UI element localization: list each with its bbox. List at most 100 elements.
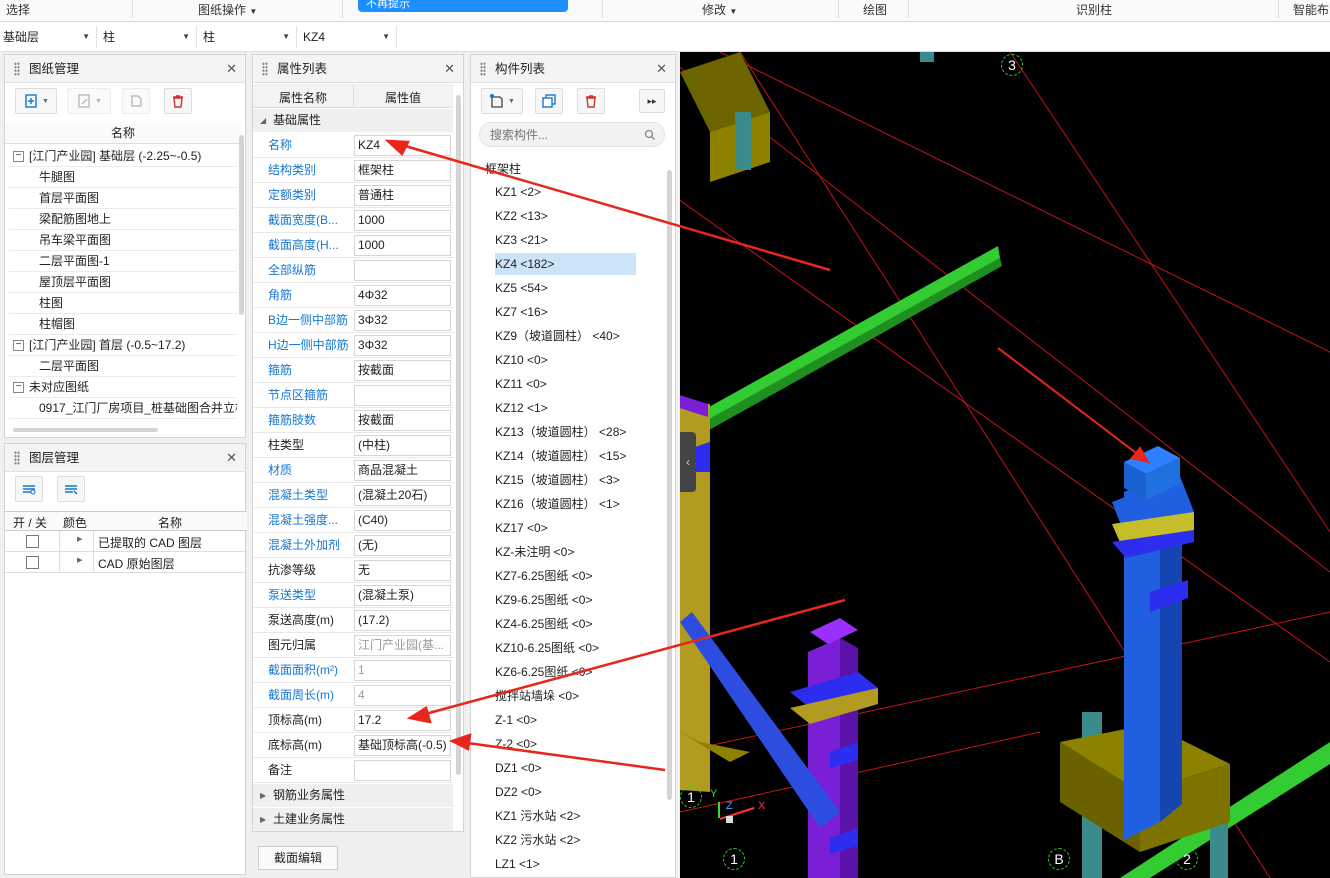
component-item[interactable]: KZ6-6.25图纸 <0> xyxy=(495,661,592,683)
scrollbar-vertical[interactable] xyxy=(239,135,244,315)
search-icon[interactable] xyxy=(644,129,656,141)
property-value-field[interactable]: 按截面 xyxy=(354,360,451,381)
tree-item[interactable]: 0917_江门厂房项目_桩基础图合并立柱 xyxy=(9,398,237,419)
tree-item[interactable]: 二层平面图-1 xyxy=(9,251,237,272)
close-icon[interactable]: ✕ xyxy=(226,55,237,83)
tree-group[interactable]: − [江门产业园] 首层 (-0.5~17.2) xyxy=(9,335,237,356)
property-value-field[interactable]: KZ4 xyxy=(354,135,451,156)
property-value-field[interactable] xyxy=(354,760,451,781)
component-item[interactable]: KZ5 <54> xyxy=(495,277,548,299)
delete-component-button[interactable] xyxy=(577,88,605,114)
component-item[interactable]: KZ9-6.25图纸 <0> xyxy=(495,589,592,611)
collapse-icon[interactable]: − xyxy=(13,340,24,351)
layer-toggle-checkbox[interactable] xyxy=(26,556,39,569)
group-rebar[interactable]: ▶ 钢筋业务属性 xyxy=(253,784,453,807)
property-value-field[interactable]: 1000 xyxy=(354,210,451,231)
delete-drawing-button[interactable] xyxy=(164,88,192,114)
property-value-field[interactable]: (混凝土20石) xyxy=(354,485,451,506)
component-select[interactable]: KZ4 ▼ xyxy=(300,26,397,48)
property-value-field[interactable]: 3Φ32 xyxy=(354,335,451,356)
layer-show-button[interactable] xyxy=(15,476,43,502)
refresh-drawing-button[interactable] xyxy=(122,88,150,114)
more-button[interactable]: ▸▸ xyxy=(639,89,665,113)
scrollbar-vertical[interactable] xyxy=(667,170,672,800)
tree-group[interactable]: − [江门产业园] 基础层 (-2.25~-0.5) xyxy=(9,146,237,167)
tree-item[interactable]: 屋顶层平面图 xyxy=(9,272,237,293)
property-value-field[interactable]: 4 xyxy=(354,685,451,706)
component-item[interactable]: Z-1 <0> xyxy=(495,709,537,731)
property-value-field[interactable]: 1 xyxy=(354,660,451,681)
component-item[interactable]: KZ17 <0> xyxy=(495,517,548,539)
component-item[interactable]: KZ4-6.25图纸 <0> xyxy=(495,613,592,635)
select-menu[interactable]: 选择 xyxy=(6,1,30,18)
collapse-icon[interactable]: − xyxy=(13,151,24,162)
property-value-field[interactable]: (C40) xyxy=(354,510,451,531)
search-input[interactable] xyxy=(490,126,640,143)
layer-filter-button[interactable] xyxy=(57,476,85,502)
component-item[interactable]: KZ10 <0> xyxy=(495,349,548,371)
tree-item[interactable]: 柱帽图 xyxy=(9,314,237,335)
section-edit-button[interactable]: 截面编辑 xyxy=(258,846,338,870)
floor-select[interactable]: 基础层 ▼ xyxy=(0,26,97,48)
component-item[interactable]: KZ3 <21> xyxy=(495,229,548,251)
property-value-field[interactable]: 无 xyxy=(354,560,451,581)
property-value-field[interactable]: (17.2) xyxy=(354,610,451,631)
component-item[interactable]: KZ7-6.25图纸 <0> xyxy=(495,565,592,587)
property-value-field[interactable]: (中柱) xyxy=(354,435,451,456)
tree-item[interactable]: 吊车梁平面图 xyxy=(9,230,237,251)
modify-menu[interactable]: 修改 ▼ xyxy=(702,1,737,18)
component-item[interactable]: KZ9（坡道圆柱） <40> xyxy=(495,325,620,347)
close-icon[interactable]: ✕ xyxy=(656,55,667,83)
component-item[interactable]: KZ11 <0> xyxy=(495,373,547,395)
group-civil[interactable]: ▶ 土建业务属性 xyxy=(253,808,453,831)
property-value-field[interactable]: 3Φ32 xyxy=(354,310,451,331)
component-item[interactable]: 搅拌站墙垛 <0> xyxy=(495,685,579,707)
component-item[interactable]: KZ4 <182> xyxy=(495,253,636,275)
tree-item[interactable]: 牛腿图 xyxy=(9,167,237,188)
component-item[interactable]: KZ16（坡道圆柱） <1> xyxy=(495,493,620,515)
component-item[interactable]: KZ-未注明 <0> xyxy=(495,541,574,563)
component-item[interactable]: DZ2 <0> xyxy=(495,781,542,803)
layer-toggle-checkbox[interactable] xyxy=(26,535,39,548)
add-drawing-button[interactable]: ▼ xyxy=(15,88,57,114)
search-box[interactable] xyxy=(479,122,665,147)
property-value-field[interactable]: 江门产业园(基... xyxy=(354,635,451,656)
component-item[interactable]: KZ15（坡道圆柱） <3> xyxy=(495,469,620,491)
draw-menu[interactable]: 绘图 xyxy=(863,1,887,18)
new-component-button[interactable]: ▼ xyxy=(481,88,523,114)
component-item[interactable]: Z-2 <0> xyxy=(495,733,537,755)
property-value-field[interactable]: 按截面 xyxy=(354,410,451,431)
property-value-field[interactable]: 商品混凝土 xyxy=(354,460,451,481)
property-value-field[interactable]: 基础顶标高(-0.5) xyxy=(354,735,451,756)
3d-viewport[interactable]: 3 1 1 B 2 Y Z X ‹ xyxy=(680,52,1330,878)
property-value-field[interactable]: 框架柱 xyxy=(354,160,451,181)
component-item[interactable]: DZ1 <0> xyxy=(495,757,542,779)
property-value-field[interactable]: 1000 xyxy=(354,235,451,256)
component-item[interactable]: KZ1 污水站 <2> xyxy=(495,805,580,827)
close-icon[interactable]: ✕ xyxy=(226,444,237,472)
collapse-handle[interactable]: ‹ xyxy=(680,432,696,492)
component-item[interactable]: KZ10-6.25图纸 <0> xyxy=(495,637,599,659)
triangle-right-icon[interactable]: ▶ xyxy=(77,556,82,564)
category-select[interactable]: 柱 ▼ xyxy=(100,26,197,48)
collapse-icon[interactable]: − xyxy=(13,382,24,393)
smart-menu[interactable]: 智能布 xyxy=(1293,1,1329,18)
edit-drawing-button[interactable]: ▼ xyxy=(67,88,111,114)
component-item[interactable]: KZ2 <13> xyxy=(495,205,548,227)
scrollbar-horizontal[interactable] xyxy=(13,428,158,432)
tip-banner[interactable]: 不再提示 xyxy=(358,0,568,12)
property-value-field[interactable]: 17.2 xyxy=(354,710,451,731)
grip-icon[interactable] xyxy=(480,62,486,76)
copy-component-button[interactable] xyxy=(535,88,563,114)
scrollbar-vertical[interactable] xyxy=(456,95,461,775)
property-value-field[interactable]: 普通柱 xyxy=(354,185,451,206)
tree-item[interactable]: 柱图 xyxy=(9,293,237,314)
tree-group[interactable]: − 未对应图纸 xyxy=(9,377,237,398)
component-item[interactable]: KZ13（坡道圆柱） <28> xyxy=(495,421,626,443)
identify-column-menu[interactable]: 识别柱 xyxy=(1076,1,1112,18)
component-item[interactable]: LZ1 <1> xyxy=(495,853,540,875)
drawing-ops-menu[interactable]: 图纸操作 ▼ xyxy=(198,1,257,18)
component-item[interactable]: KZ12 <1> xyxy=(495,397,548,419)
layer-row[interactable]: ▶ CAD 原始图层 xyxy=(5,552,247,573)
tree-item[interactable]: 二层平面图 xyxy=(9,356,237,377)
